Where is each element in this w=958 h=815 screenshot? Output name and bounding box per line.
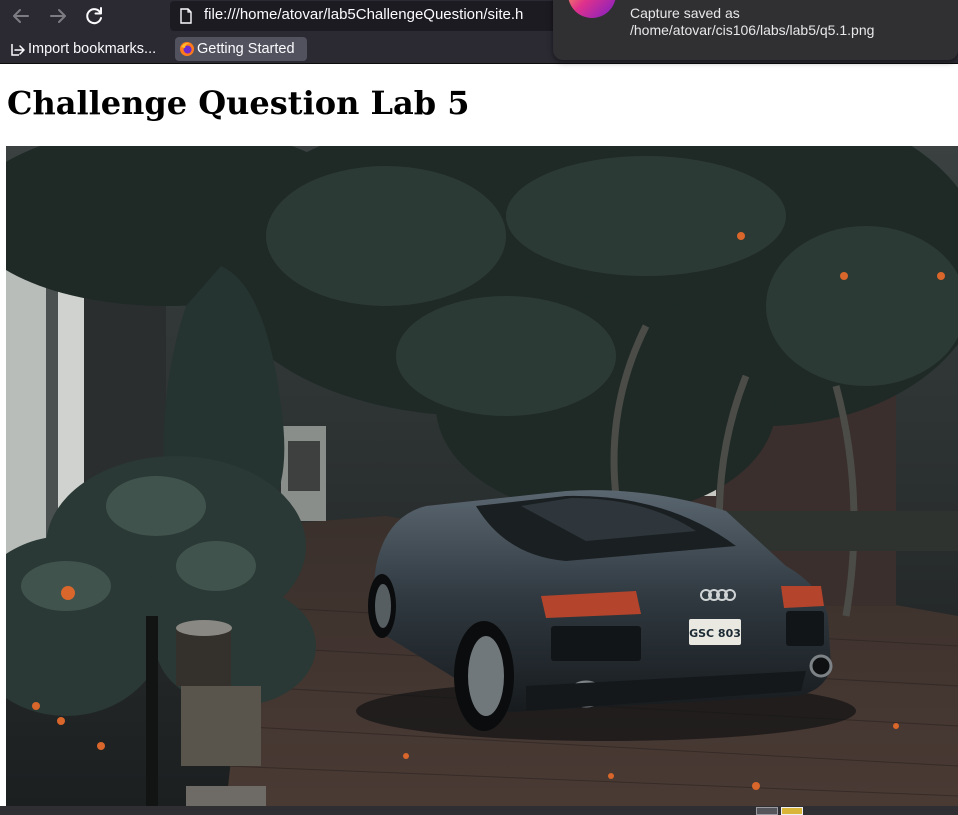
back-button[interactable] xyxy=(9,4,33,28)
import-icon xyxy=(11,44,25,56)
arrow-right-icon xyxy=(50,9,66,23)
car-photo: GSC 803 xyxy=(6,146,958,806)
url-bar[interactable]: file:///home/atovar/lab5ChallengeQuestio… xyxy=(170,1,560,31)
page-icon xyxy=(180,8,192,24)
page-title: Challenge Question Lab 5 xyxy=(7,84,470,122)
bookmark-import-label: Import bookmarks... xyxy=(28,41,157,57)
bookmark-import[interactable]: Import bookmarks... xyxy=(6,37,170,61)
license-plate: GSC 803 xyxy=(689,627,741,640)
reload-button[interactable] xyxy=(82,4,106,28)
taskbar-item[interactable] xyxy=(781,807,803,815)
bookmark-getting-started[interactable]: Getting Started xyxy=(175,37,307,61)
arrow-left-icon xyxy=(13,9,29,23)
screenshot-app-icon xyxy=(568,0,616,18)
screenshot-notification[interactable]: Capture saved as /home/atovar/cis106/lab… xyxy=(553,0,958,60)
firefox-icon xyxy=(180,42,194,56)
url-text: file:///home/atovar/lab5ChallengeQuestio… xyxy=(204,6,524,23)
bookmark-getting-started-label: Getting Started xyxy=(197,41,295,57)
car-in-driveway-image: GSC 803 xyxy=(6,146,958,806)
taskbar-item[interactable] xyxy=(756,807,778,815)
reload-icon xyxy=(86,7,102,25)
taskbar-strip xyxy=(0,806,958,815)
notification-message: Capture saved as /home/atovar/cis106/lab… xyxy=(630,5,875,38)
forward-button[interactable] xyxy=(46,4,70,28)
